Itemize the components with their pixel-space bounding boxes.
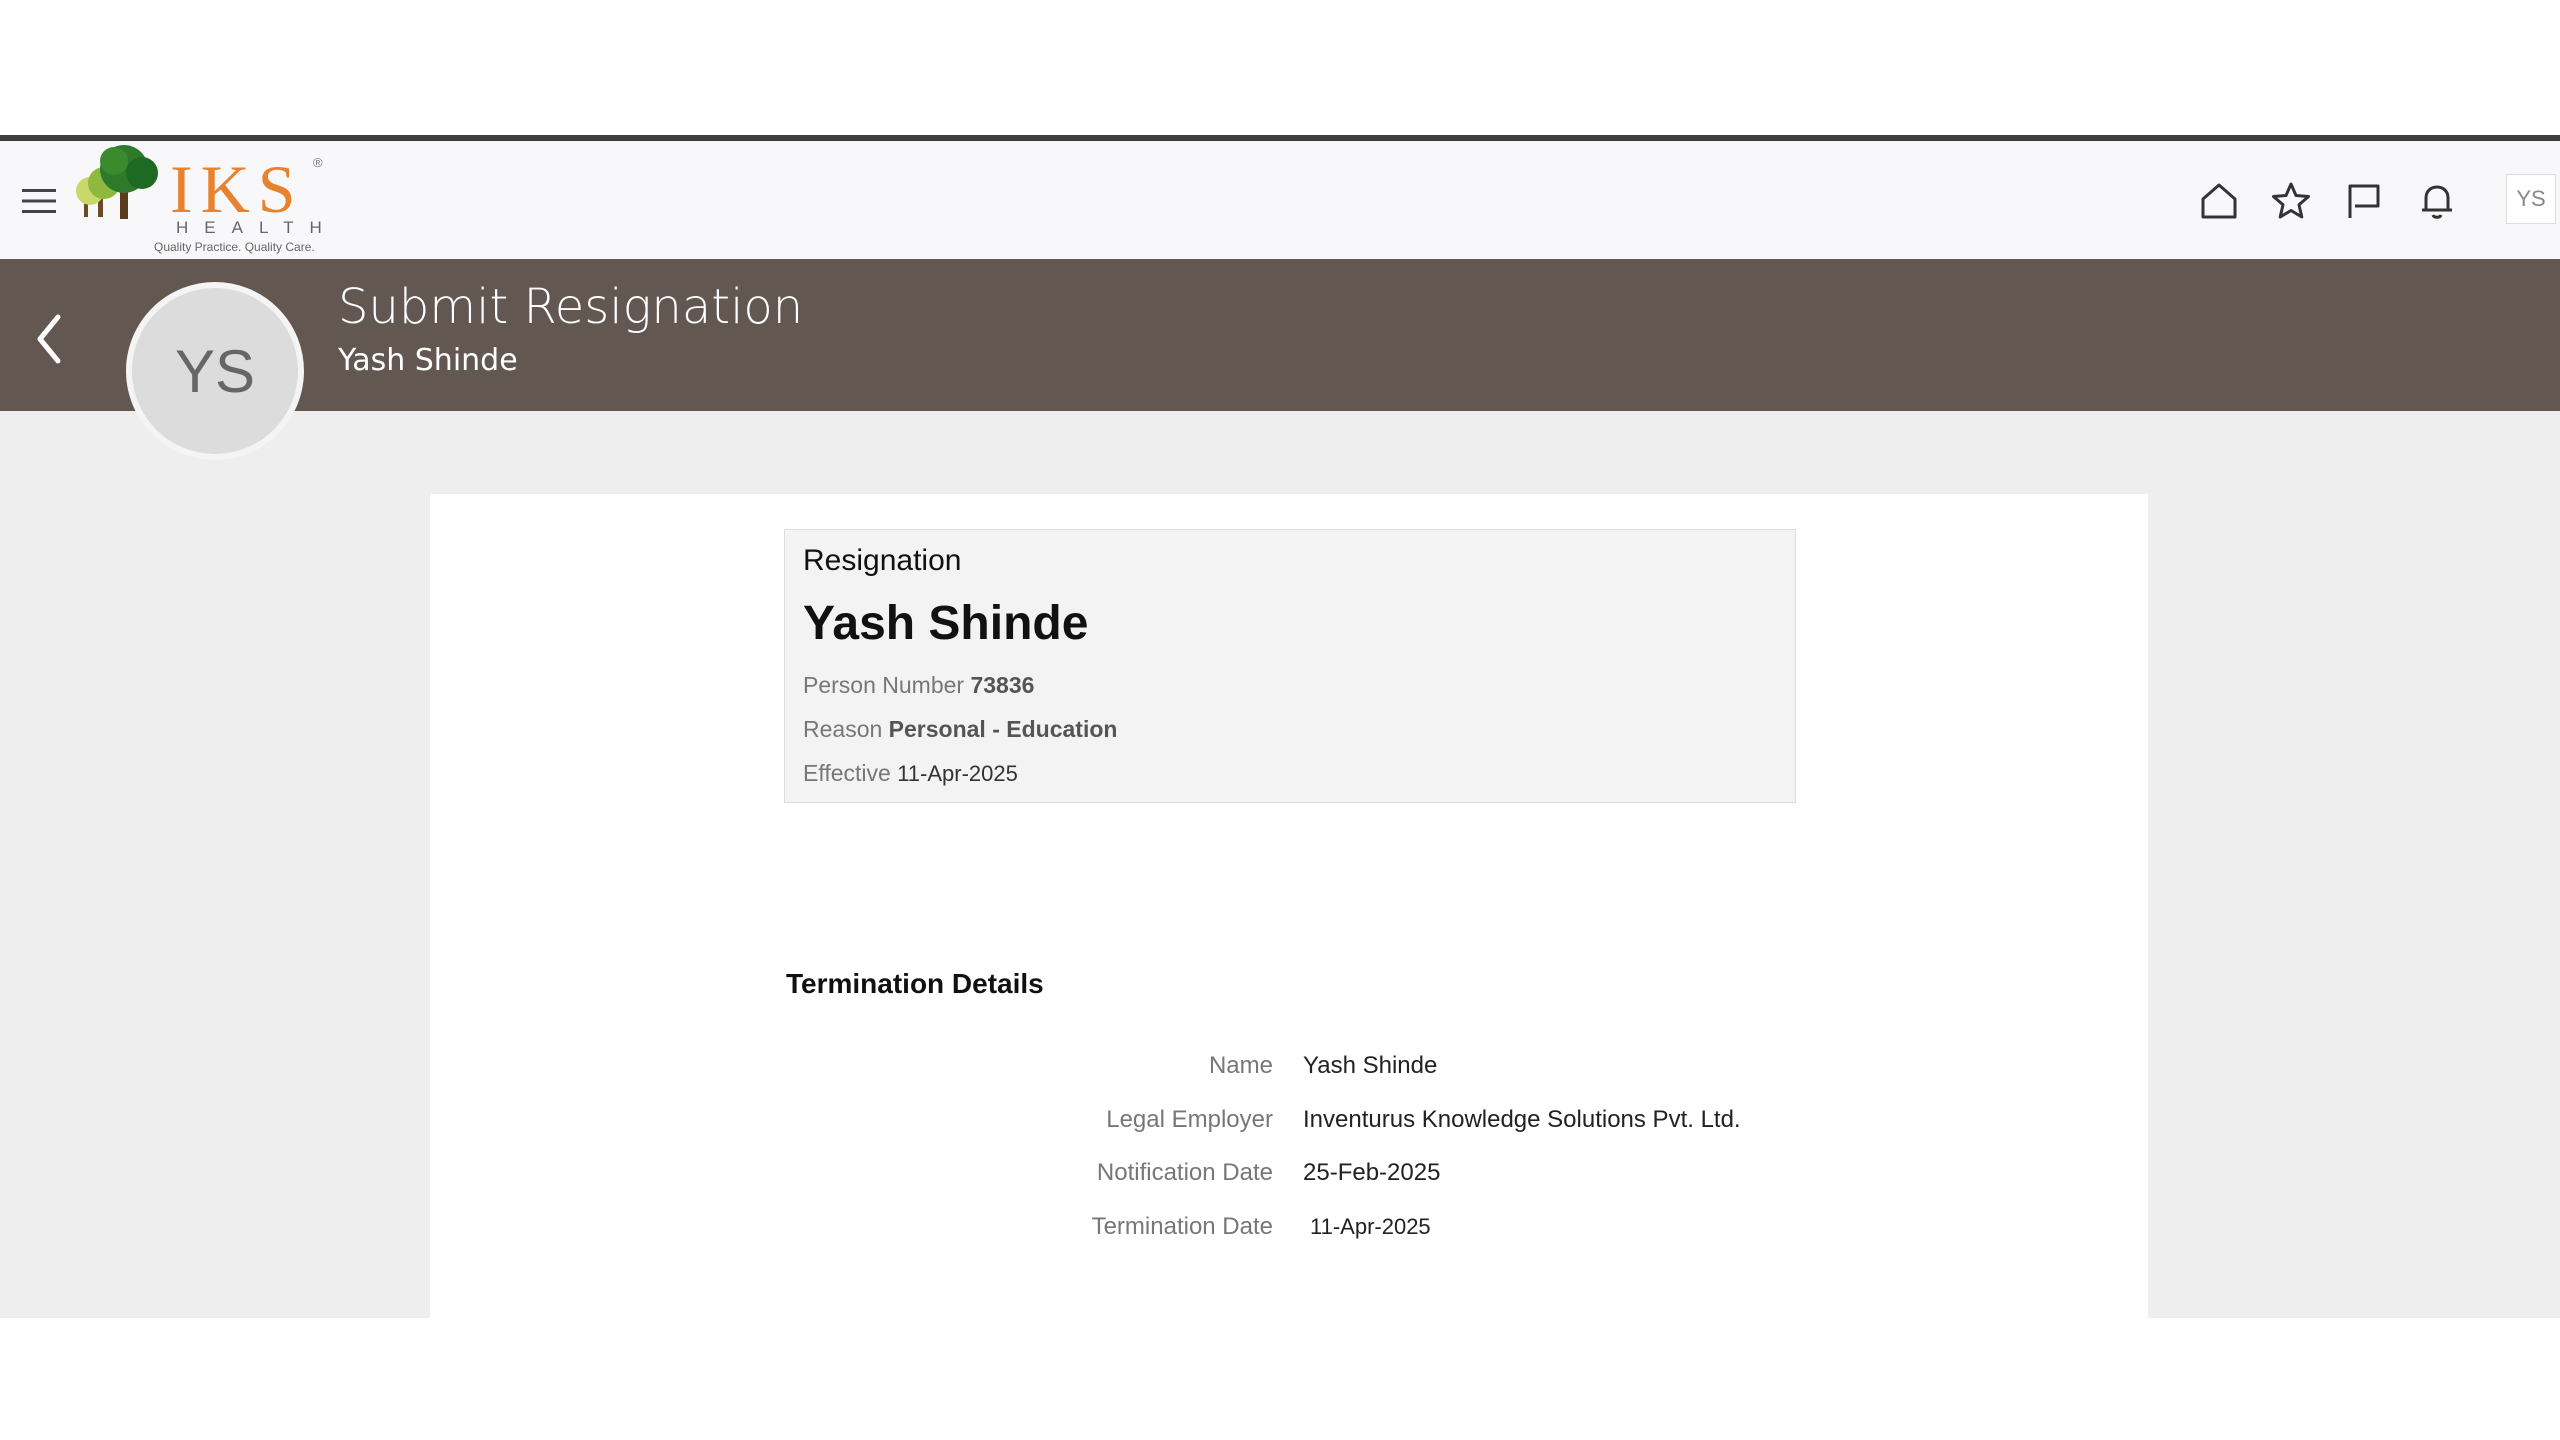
home-icon[interactable] <box>2198 180 2240 222</box>
reason-row: Reason Personal - Education <box>803 716 1117 743</box>
person-number-row: Person Number 73836 <box>803 672 1034 699</box>
logo-wordmark: IKS <box>170 151 304 227</box>
reason-label: Reason <box>803 716 883 742</box>
star-icon[interactable] <box>2270 180 2312 222</box>
flag-icon[interactable] <box>2343 180 2385 222</box>
menu-icon[interactable] <box>22 187 56 215</box>
page-banner: Submit Resignation Yash Shinde <box>0 259 2560 411</box>
trees-icon <box>76 145 158 219</box>
summary-name: Yash Shinde <box>803 597 1089 650</box>
resignation-summary: Resignation Yash Shinde Person Number 73… <box>784 529 1796 803</box>
detail-value-legal-employer: Inventurus Knowledge Solutions Pvt. Ltd. <box>1303 1106 1741 1133</box>
reason-value: Personal - Education <box>888 716 1118 742</box>
effective-value: 11-Apr-2025 <box>897 761 1018 786</box>
back-icon[interactable] <box>30 309 70 369</box>
logo-registered-mark: ® <box>313 155 323 170</box>
avatar: YS <box>126 282 304 460</box>
logo-tagline: Quality Practice. Quality Care. <box>154 240 315 254</box>
effective-row: Effective 11-Apr-2025 <box>803 760 1018 787</box>
termination-details-heading: Termination Details <box>786 968 1044 999</box>
detail-label-notification-date: Notification Date <box>1096 1159 1273 1186</box>
page-title: Submit Resignation <box>338 279 804 335</box>
user-menu-avatar[interactable]: YS <box>2506 174 2556 224</box>
content-card: Resignation Yash Shinde Person Number 73… <box>430 494 2148 1318</box>
detail-value-name: Yash Shinde <box>1303 1052 1438 1079</box>
screenshot: IKS ® HEALTH Quality Practice. Quality C… <box>0 0 2560 1440</box>
detail-value-notification-date: 25-Feb-2025 <box>1303 1159 1441 1186</box>
detail-label-legal-employer: Legal Employer <box>1106 1106 1273 1133</box>
detail-label-name: Name <box>1208 1052 1273 1079</box>
bell-icon[interactable] <box>2416 180 2458 222</box>
page-subtitle: Yash Shinde <box>338 343 518 378</box>
person-number-value: 73836 <box>970 672 1035 698</box>
person-number-label: Person Number <box>803 672 965 698</box>
detail-value-termination-date: 11-Apr-2025 <box>1310 1214 1431 1239</box>
app-window: IKS ® HEALTH Quality Practice. Quality C… <box>0 141 2560 1318</box>
global-header: IKS ® HEALTH Quality Practice. Quality C… <box>0 141 2560 259</box>
company-logo[interactable]: IKS ® HEALTH Quality Practice. Quality C… <box>68 143 340 259</box>
effective-label: Effective <box>803 760 891 786</box>
detail-label-termination-date: Termination Date <box>1091 1213 1273 1240</box>
summary-label: Resignation <box>803 544 962 577</box>
logo-subtitle: HEALTH <box>176 218 338 237</box>
